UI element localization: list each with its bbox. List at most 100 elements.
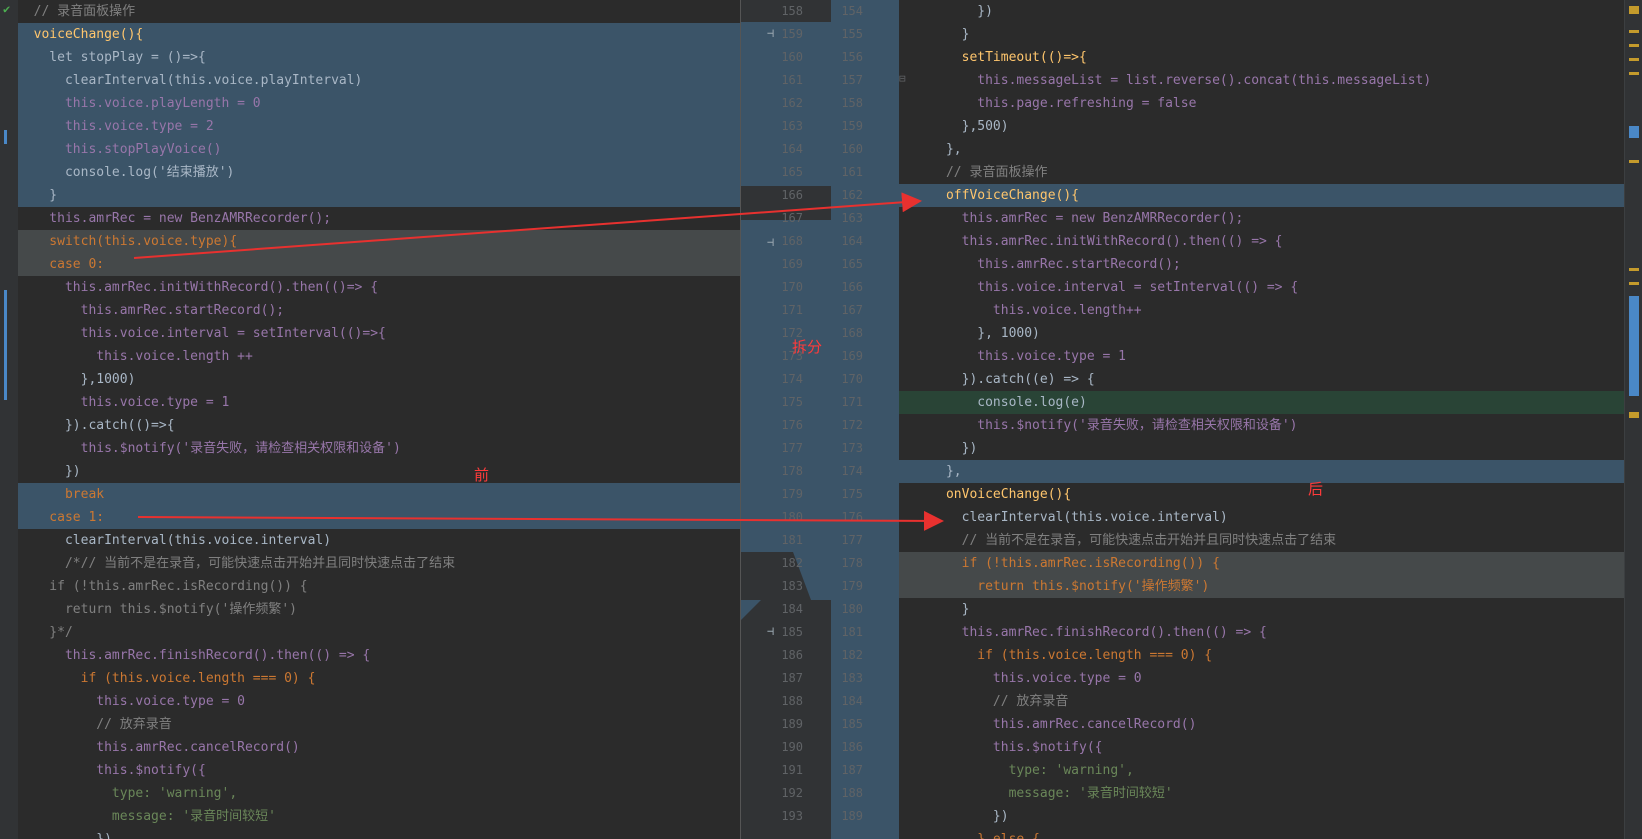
- left-editor-pane[interactable]: ✔ // 录音面板操作 voiceChange(){ let stopPlay …: [0, 0, 740, 839]
- code-line[interactable]: },500): [899, 115, 1624, 138]
- code-line[interactable]: this.voice.type = 0: [899, 667, 1624, 690]
- line-number: 188: [841, 786, 863, 800]
- code-line[interactable]: }): [899, 437, 1624, 460]
- fold-icon[interactable]: ⊟: [899, 72, 906, 85]
- code-line[interactable]: if (this.voice.length === 0) {: [899, 644, 1624, 667]
- code-line[interactable]: let stopPlay = ()=>{: [18, 46, 740, 69]
- code-line[interactable]: message: '录音时间较短': [899, 782, 1624, 805]
- line-number: 164: [781, 142, 803, 156]
- code-line[interactable]: this.voice.interval = setInterval(()=>{: [18, 322, 740, 345]
- revert-icon[interactable]: ⊣: [767, 26, 774, 40]
- code-line[interactable]: this.voice.type = 0: [18, 690, 740, 713]
- line-number: 162: [841, 188, 863, 202]
- code-line[interactable]: this.voice.interval = setInterval(() => …: [899, 276, 1624, 299]
- code-line[interactable]: clearInterval(this.voice.interval): [899, 506, 1624, 529]
- code-line[interactable]: }): [899, 0, 1624, 23]
- left-code-area[interactable]: // 录音面板操作 voiceChange(){ let stopPlay = …: [18, 0, 740, 839]
- code-line[interactable]: this.amrRec.finishRecord().then(() => {: [899, 621, 1624, 644]
- code-line[interactable]: this.voice.length ++: [18, 345, 740, 368]
- code-line[interactable]: switch(this.voice.type){: [18, 230, 740, 253]
- right-editor-pane[interactable]: }) } setTimeout(()=>{ this.messageList =…: [899, 0, 1624, 839]
- code-line[interactable]: this.messageList = list.reverse().concat…: [899, 69, 1624, 92]
- code-line[interactable]: this.stopPlayVoice(): [18, 138, 740, 161]
- code-line[interactable]: this.$notify('录音失败，请检查相关权限和设备'): [899, 414, 1624, 437]
- line-number: 185: [841, 717, 863, 731]
- code-line[interactable]: this.page.refreshing = false: [899, 92, 1624, 115]
- code-line[interactable]: }: [899, 598, 1624, 621]
- code-line[interactable]: this.voice.type = 1: [18, 391, 740, 414]
- code-line[interactable]: voiceChange(){: [18, 23, 740, 46]
- code-line[interactable]: }): [18, 460, 740, 483]
- line-number: 156: [841, 50, 863, 64]
- code-line[interactable]: type: 'warning',: [899, 759, 1624, 782]
- code-line[interactable]: this.$notify('录音失败，请检查相关权限和设备'): [18, 437, 740, 460]
- code-line[interactable]: this.amrRec.cancelRecord(): [899, 713, 1624, 736]
- code-line[interactable]: this.amrRec.finishRecord().then(() => {: [18, 644, 740, 667]
- code-line[interactable]: }: [18, 184, 740, 207]
- code-line[interactable]: case 0:: [18, 253, 740, 276]
- code-line[interactable]: this.amrRec.initWithRecord().then(() => …: [899, 230, 1624, 253]
- line-number: 170: [781, 280, 803, 294]
- code-line[interactable]: }, 1000): [899, 322, 1624, 345]
- code-line[interactable]: clearInterval(this.voice.interval): [18, 529, 740, 552]
- code-line[interactable]: } else {: [899, 828, 1624, 839]
- right-code-area[interactable]: }) } setTimeout(()=>{ this.messageList =…: [899, 0, 1624, 839]
- code-line[interactable]: }).catch((e) => {: [899, 368, 1624, 391]
- code-line[interactable]: type: 'warning',: [18, 782, 740, 805]
- code-line[interactable]: },: [899, 460, 1624, 483]
- line-number: 162: [781, 96, 803, 110]
- code-line[interactable]: this.voice.playLength = 0: [18, 92, 740, 115]
- code-line[interactable]: clearInterval(this.voice.playInterval): [18, 69, 740, 92]
- code-line[interactable]: this.$notify({: [899, 736, 1624, 759]
- code-line[interactable]: case 1:: [18, 506, 740, 529]
- code-line[interactable]: offVoiceChange(){: [899, 184, 1624, 207]
- change-marker: [4, 130, 7, 144]
- code-line[interactable]: }): [18, 828, 740, 839]
- code-line[interactable]: return this.$notify('操作频繁'): [899, 575, 1624, 598]
- code-line[interactable]: this.voice.type = 1: [899, 345, 1624, 368]
- code-line[interactable]: break: [18, 483, 740, 506]
- line-number: 160: [781, 50, 803, 64]
- warning-marker: [1629, 282, 1639, 285]
- code-line[interactable]: this.amrRec.startRecord();: [899, 253, 1624, 276]
- line-number: 155: [841, 27, 863, 41]
- code-line[interactable]: }): [899, 805, 1624, 828]
- line-number: 158: [841, 96, 863, 110]
- code-line[interactable]: // 放弃录音: [899, 690, 1624, 713]
- code-line[interactable]: return this.$notify('操作频繁'): [18, 598, 740, 621]
- revert-icon[interactable]: ⊣: [767, 235, 774, 249]
- code-line[interactable]: // 录音面板操作: [18, 0, 740, 23]
- code-line[interactable]: this.amrRec.cancelRecord(): [18, 736, 740, 759]
- code-line[interactable]: }: [899, 23, 1624, 46]
- code-line[interactable]: setTimeout(()=>{: [899, 46, 1624, 69]
- error-stripe[interactable]: [1624, 0, 1642, 839]
- code-line[interactable]: }*/: [18, 621, 740, 644]
- code-line[interactable]: this.amrRec = new BenzAMRRecorder();: [899, 207, 1624, 230]
- code-line[interactable]: /*// 当前不是在录音，可能快速点击开始并且同时快速点击了结束: [18, 552, 740, 575]
- code-line[interactable]: },: [899, 138, 1624, 161]
- code-line[interactable]: // 放弃录音: [18, 713, 740, 736]
- code-line[interactable]: this.amrRec.startRecord();: [18, 299, 740, 322]
- code-line[interactable]: onVoiceChange(){: [899, 483, 1624, 506]
- split-annotation: 拆分: [792, 338, 823, 356]
- code-line[interactable]: }).catch(()=>{: [18, 414, 740, 437]
- revert-icon[interactable]: ⊣: [767, 624, 774, 638]
- code-line[interactable]: this.voice.length++: [899, 299, 1624, 322]
- code-line[interactable]: },1000): [18, 368, 740, 391]
- line-number: 181: [841, 625, 863, 639]
- line-number: 172: [841, 418, 863, 432]
- code-line[interactable]: message: '录音时间较短': [18, 805, 740, 828]
- code-line[interactable]: console.log('结束播放'): [18, 161, 740, 184]
- code-line[interactable]: if (this.voice.length === 0) {: [18, 667, 740, 690]
- code-line[interactable]: this.$notify({: [18, 759, 740, 782]
- code-line[interactable]: // 当前不是在录音，可能快速点击开始并且同时快速点击了结束: [899, 529, 1624, 552]
- after-annotation: 后: [1308, 480, 1324, 498]
- code-line[interactable]: this.voice.type = 2: [18, 115, 740, 138]
- code-line[interactable]: this.amrRec = new BenzAMRRecorder();: [18, 207, 740, 230]
- change-marker: [1629, 296, 1639, 396]
- code-line[interactable]: this.amrRec.initWithRecord().then(()=> {: [18, 276, 740, 299]
- code-line[interactable]: if (!this.amrRec.isRecording()) {: [899, 552, 1624, 575]
- code-line[interactable]: if (!this.amrRec.isRecording()) {: [18, 575, 740, 598]
- code-line[interactable]: // 录音面板操作: [899, 161, 1624, 184]
- code-line[interactable]: console.log(e): [899, 391, 1624, 414]
